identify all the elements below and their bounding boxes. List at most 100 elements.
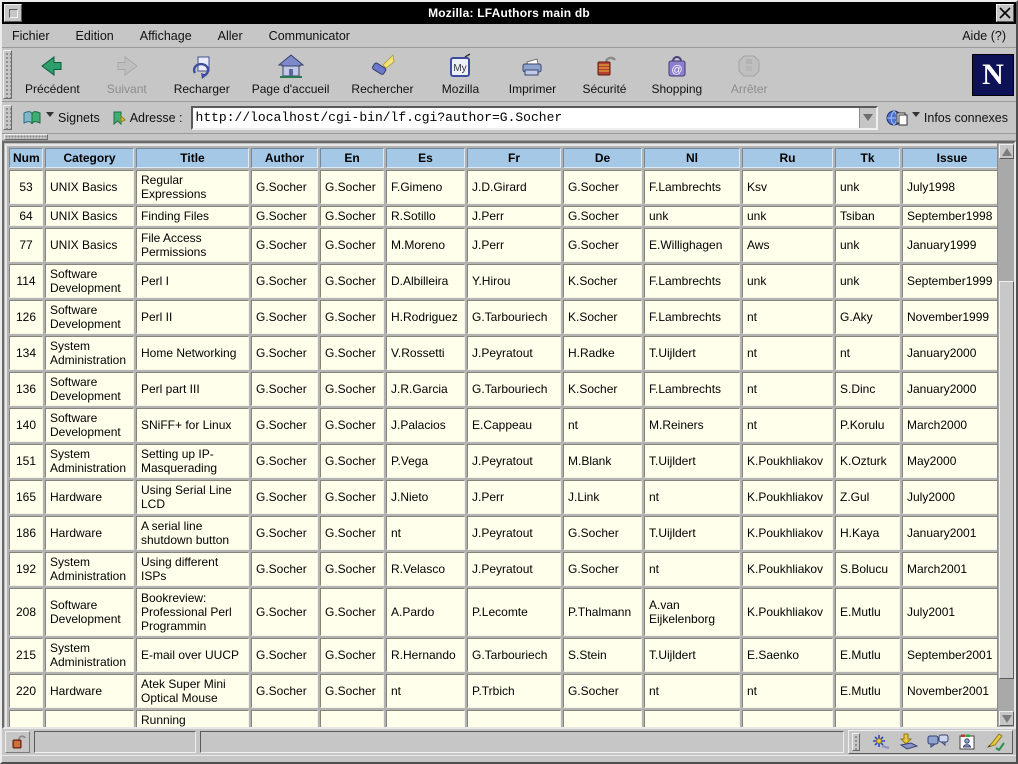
table-cell: nt (386, 674, 465, 708)
open-padlock-icon (10, 734, 26, 750)
table-cell: V.Rossetti (386, 336, 465, 370)
svg-text:@: @ (671, 64, 682, 76)
bookmark-icon (22, 110, 42, 126)
table-cell: G.Socher (320, 206, 384, 226)
vertical-scrollbar[interactable] (997, 143, 1014, 727)
back-button[interactable]: Précédent (14, 49, 91, 100)
security-button[interactable]: Sécurité (568, 49, 640, 100)
security-status-button[interactable] (5, 731, 30, 753)
table-cell: J.R.Garcia (386, 372, 465, 406)
bookmarks-label: Signets (58, 111, 100, 125)
table-cell: nt (386, 710, 465, 729)
menu-edition[interactable]: Edition (76, 29, 114, 43)
navigator-icon[interactable] (869, 732, 891, 752)
table-cell: J.Perr (467, 480, 561, 514)
collapsed-toolbar-tab[interactable] (4, 134, 48, 140)
table-cell: UNIX Basics (45, 228, 134, 262)
print-button[interactable]: Imprimer (496, 49, 568, 100)
table-cell: unk (644, 206, 740, 226)
home-button[interactable]: Page d'accueil (241, 49, 341, 100)
scroll-up-button[interactable] (999, 144, 1014, 159)
related-info-button[interactable]: Infos connexes (882, 107, 1012, 129)
table-cell: nt (644, 674, 740, 708)
scrollbar-thumb[interactable] (999, 281, 1014, 679)
shopping-bag-icon: @ (664, 52, 690, 80)
table-cell: J.Perr (467, 206, 561, 226)
address-label: Adresse : (130, 111, 183, 125)
table-cell: G.Socher (320, 710, 384, 729)
table-row: 222UNIX BasicsRunning applications remot… (9, 710, 1002, 729)
mailbox-icon[interactable] (898, 732, 920, 752)
column-header: Tk (835, 148, 900, 168)
table-cell: K.Poukhliakov (742, 516, 833, 550)
table-cell: July2000 (902, 480, 1002, 514)
table-header-row: NumCategoryTitleAuthorEnEsFrDeNlRuTkIssu… (9, 148, 1002, 168)
close-button[interactable] (996, 4, 1014, 22)
table-row: 140Software DevelopmentSNiFF+ for LinuxG… (9, 408, 1002, 442)
toolbar-grip[interactable] (3, 50, 12, 99)
forward-button[interactable]: Suivant (91, 49, 163, 100)
stop-button[interactable]: Arrêter (713, 49, 785, 100)
table-row: 53UNIX BasicsRegular ExpressionsG.Socher… (9, 170, 1002, 204)
table-cell: G.Socher (251, 480, 318, 514)
address-icon (112, 110, 126, 126)
table-cell: G.Socher (251, 372, 318, 406)
table-cell: System Administration (45, 552, 134, 586)
main-toolbar: Précédent Suivant Recharger (2, 48, 1016, 102)
table-cell: unk (742, 206, 833, 226)
table-cell: G.Socher (251, 638, 318, 672)
column-header: Fr (467, 148, 561, 168)
search-button[interactable]: Rechercher (340, 49, 424, 100)
table-cell: September1999 (902, 264, 1002, 298)
mozilla-button[interactable]: My Mozilla (424, 49, 496, 100)
table-cell: P.Trbich (467, 674, 561, 708)
table-cell: J.Palacios (386, 408, 465, 442)
scroll-down-button[interactable] (999, 711, 1014, 726)
table-cell: 77 (9, 228, 43, 262)
discussions-icon[interactable] (927, 732, 949, 752)
url-input[interactable] (193, 108, 859, 128)
shopping-button[interactable]: @ Shopping (640, 49, 713, 100)
table-cell: nt (563, 710, 642, 729)
table-cell: March2001 (902, 552, 1002, 586)
menu-affichage[interactable]: Affichage (140, 29, 192, 43)
table-cell: J.Peyratout (467, 444, 561, 478)
table-cell: 215 (9, 638, 43, 672)
table-row: 215System AdministrationE-mail over UUCP… (9, 638, 1002, 672)
table-cell: T.Uijldert (644, 444, 740, 478)
table-cell: G.Socher (251, 444, 318, 478)
column-header: En (320, 148, 384, 168)
table-cell: G.Socher (320, 516, 384, 550)
bookmarks-button[interactable]: Signets (18, 108, 104, 128)
menu-communicator[interactable]: Communicator (269, 29, 350, 43)
table-cell: A.van Eijkelenborg (644, 588, 740, 636)
table-cell: K.Poukhliakov (742, 588, 833, 636)
table-cell: UNIX Basics (45, 206, 134, 226)
table-cell: G.Socher (320, 228, 384, 262)
reload-button[interactable]: Recharger (163, 49, 241, 100)
table-cell: H.Rodriguez (386, 300, 465, 334)
window-menu-button[interactable] (4, 4, 22, 22)
table-cell: G.Socher (320, 372, 384, 406)
locationbar-grip[interactable] (3, 105, 12, 130)
address-book-icon[interactable] (956, 732, 978, 752)
table-cell: UNIX Basics (45, 710, 134, 729)
table-cell: S.Stein (563, 638, 642, 672)
menu-aller[interactable]: Aller (218, 29, 243, 43)
stop-icon (736, 52, 762, 80)
table-cell: Perl II (136, 300, 249, 334)
component-bar-grip[interactable] (852, 733, 860, 751)
netscape-logo[interactable]: N (972, 54, 1014, 96)
url-dropdown-button[interactable] (859, 108, 876, 128)
table-cell: 208 (9, 588, 43, 636)
composer-icon[interactable] (985, 732, 1007, 752)
table-cell: Using Serial Line LCD (136, 480, 249, 514)
svg-text:My: My (454, 63, 467, 74)
menu-aide[interactable]: Aide (?) (962, 29, 1006, 43)
table-cell: G.Tarbouriech (467, 638, 561, 672)
table-cell: A.Pardo (386, 588, 465, 636)
table-cell: E.Willighagen (644, 228, 740, 262)
table-row: 136Software DevelopmentPerl part IIIG.So… (9, 372, 1002, 406)
menu-fichier[interactable]: Fichier (12, 29, 50, 43)
table-cell: nt (644, 552, 740, 586)
